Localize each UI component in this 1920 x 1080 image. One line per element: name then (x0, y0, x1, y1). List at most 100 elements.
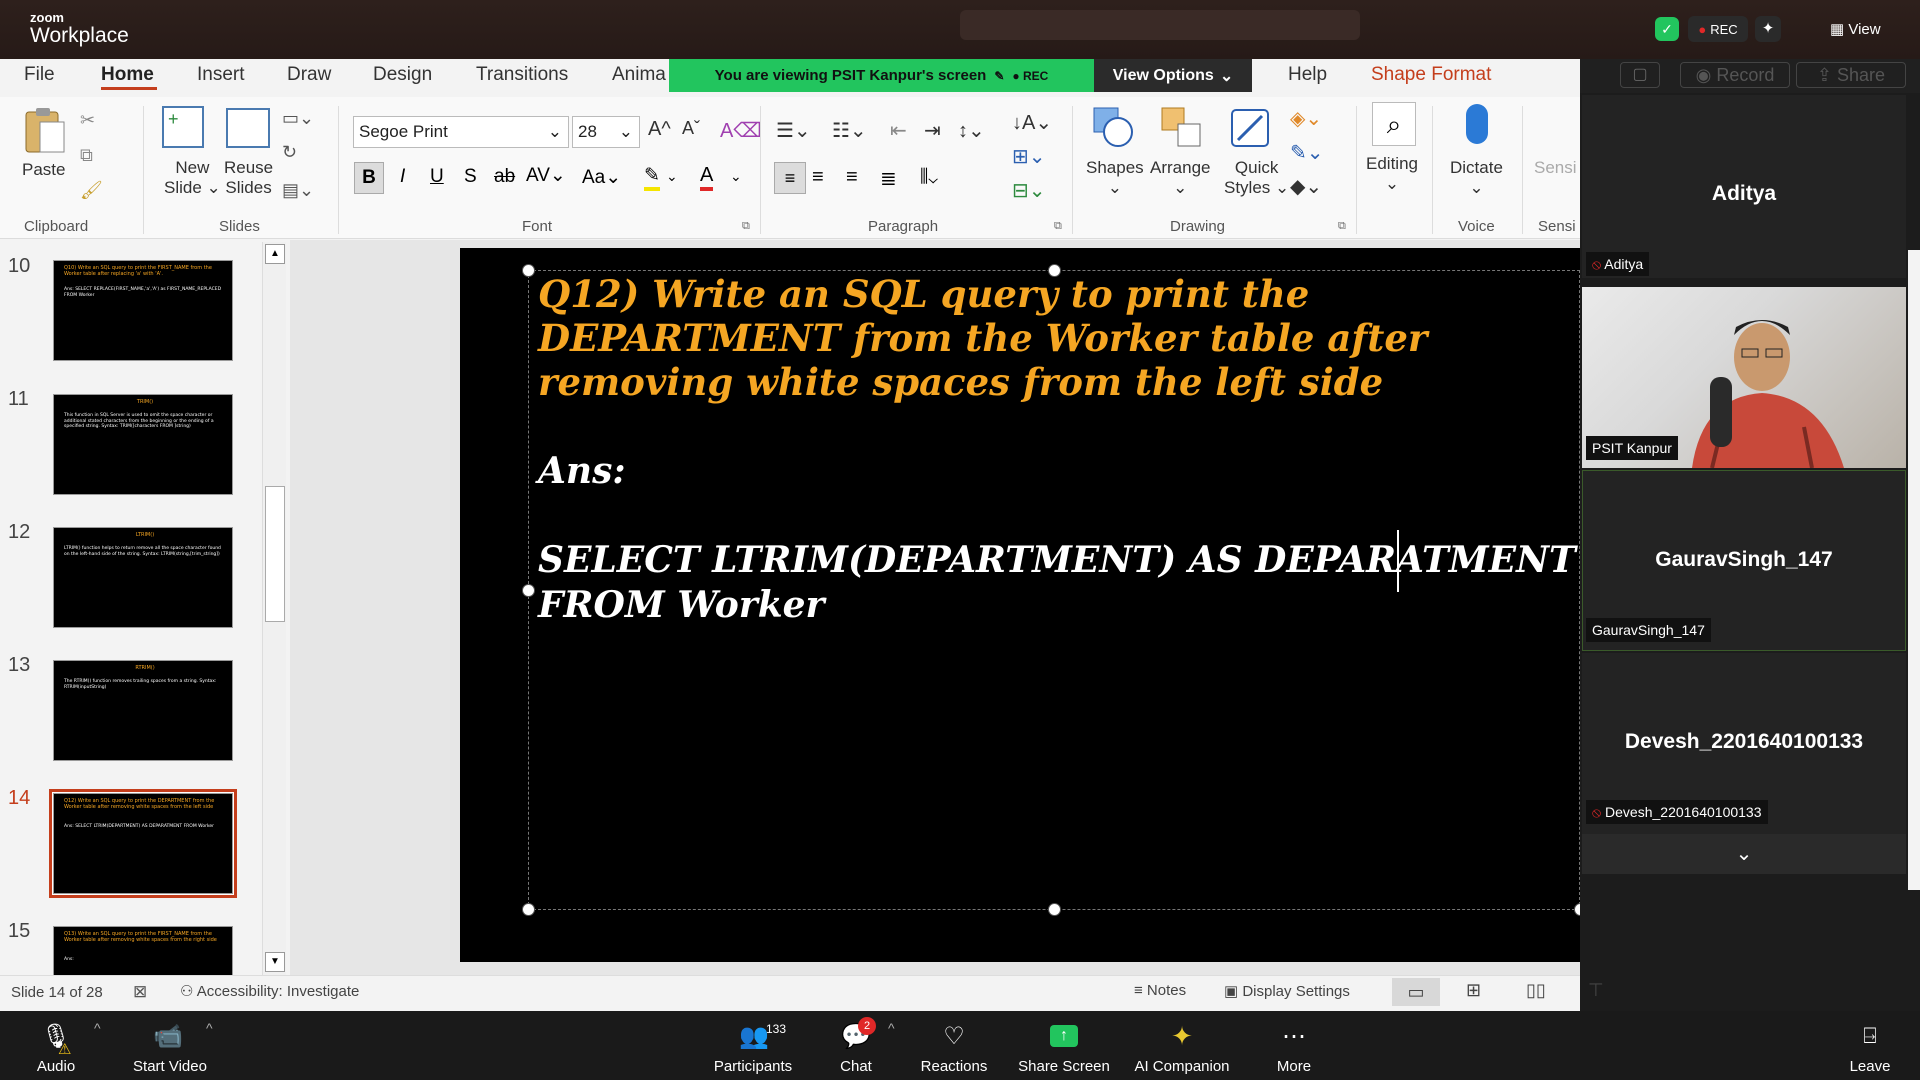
change-case-button[interactable]: Aa⌄ (582, 166, 621, 189)
font-color-icon[interactable]: A (700, 164, 714, 191)
format-painter-icon[interactable]: 🖌 (80, 180, 103, 201)
highlight-icon[interactable]: ✎ (644, 164, 660, 191)
tab-animations[interactable]: Anima (612, 64, 666, 86)
shadow-button[interactable]: S (464, 166, 477, 188)
scroll-thumb[interactable] (265, 486, 285, 622)
slide-title[interactable]: Q12) Write an SQL query to print the DEP… (538, 272, 1578, 404)
scroll-down-icon[interactable]: ▼ (265, 952, 285, 972)
resize-handle[interactable] (1048, 264, 1061, 277)
line-spacing-icon[interactable]: ↕⌄ (958, 118, 985, 143)
increase-indent-icon[interactable]: ⇥ (924, 118, 941, 143)
tab-home[interactable]: Home (101, 64, 154, 86)
display-settings-button[interactable]: ▣ Display Settings (1224, 982, 1350, 1000)
align-right-icon[interactable]: ≡ (846, 166, 858, 189)
shapes-button[interactable]: Shapes ⌄ (1086, 158, 1144, 199)
scroll-more-chevron-icon[interactable]: ⌄ (1582, 834, 1906, 874)
chat-bubble-icon[interactable]: ▢ (1620, 62, 1660, 88)
chevron-up-icon[interactable]: ^ (94, 1020, 101, 1036)
layout-icon[interactable]: ▭⌄ (282, 108, 314, 129)
video-off-icon[interactable]: 📹 (148, 1020, 188, 1052)
numbering-icon[interactable]: ☷⌄ (832, 118, 867, 143)
tab-help[interactable]: Help (1288, 64, 1327, 86)
leave-button[interactable]: Leave (1846, 1058, 1894, 1075)
chevron-down-icon[interactable]: ⌄ (730, 168, 742, 185)
text-direction-icon[interactable]: ↓A⌄ (1012, 110, 1052, 135)
paste-icon[interactable] (22, 106, 66, 156)
shape-fill-icon[interactable]: ◈⌄ (1290, 106, 1322, 131)
resize-handle[interactable] (1048, 903, 1061, 916)
rec-indicator[interactable]: ● REC (1688, 16, 1748, 42)
new-slide-icon[interactable]: + (162, 106, 204, 148)
char-spacing-button[interactable]: AV⌄ (526, 164, 566, 187)
arrange-icon[interactable] (1160, 106, 1204, 150)
resize-handle[interactable] (522, 264, 535, 277)
slide-sorter-icon[interactable]: ⊞ (1466, 980, 1481, 1001)
chevron-up-icon[interactable]: ^ (206, 1020, 213, 1036)
increase-font-icon[interactable]: A^ (648, 118, 671, 141)
view-options-button[interactable]: View Options ⌄ (1094, 59, 1252, 92)
strikethrough-button[interactable]: ab (494, 166, 515, 188)
slide-thumbnail[interactable]: LTRIM() LTRIM() function helps to return … (53, 527, 233, 628)
more-icon[interactable]: ⋯ (1274, 1020, 1314, 1052)
font-family-select[interactable]: Segoe Print ⌄ (353, 116, 569, 148)
sparkle-icon[interactable]: ✦ (1755, 16, 1781, 42)
dialog-launcher-icon[interactable]: ⧉ (742, 220, 750, 233)
share-screen-icon[interactable]: ↑ (1044, 1020, 1084, 1052)
editing-button[interactable]: Editing ⌄ (1366, 154, 1418, 195)
security-shield-icon[interactable]: ✓ (1655, 17, 1679, 41)
search-field[interactable] (960, 10, 1360, 40)
thumbnail-scrollbar[interactable]: ▲ ▼ (262, 242, 286, 976)
record-button[interactable]: ◉ Record (1680, 62, 1790, 88)
share-screen-button[interactable]: Share Screen (1014, 1058, 1114, 1075)
slide-query[interactable]: SELECT LTRIM(DEPARTMENT) AS DEPARATMENT F… (538, 538, 1578, 628)
decrease-font-icon[interactable]: Aˇ (682, 118, 700, 139)
align-center-icon[interactable]: ≡ (812, 166, 824, 189)
chevron-up-icon[interactable]: ^ (888, 1020, 895, 1036)
dialog-launcher-icon[interactable]: ⧉ (1054, 220, 1062, 233)
normal-view-icon[interactable]: ▭ (1392, 978, 1440, 1006)
start-video-button[interactable]: Start Video (122, 1058, 218, 1075)
columns-icon[interactable]: ⫼⌄ (920, 166, 938, 187)
view-button[interactable]: ▦ View (1830, 20, 1881, 38)
slide-thumbnail-active[interactable]: Q12) Write an SQL query to print the DEP… (53, 793, 233, 894)
more-button[interactable]: More (1268, 1058, 1320, 1075)
spell-check-icon[interactable]: ⊠ (133, 982, 147, 1002)
tab-insert[interactable]: Insert (197, 64, 245, 86)
quick-styles-icon[interactable] (1228, 106, 1272, 150)
accessibility-button[interactable]: ⚇ Accessibility: Investigate (180, 982, 359, 1000)
resize-handle[interactable] (522, 903, 535, 916)
audio-button[interactable]: Audio (28, 1058, 84, 1075)
tab-transitions[interactable]: Transitions (476, 64, 568, 86)
ai-companion-button[interactable]: AI Companion (1130, 1058, 1234, 1075)
reuse-slides-button[interactable]: Reuse Slides (224, 158, 273, 199)
reading-view-icon[interactable]: ▯▯ (1526, 980, 1546, 1001)
quick-styles-button[interactable]: Quick Styles ⌄ (1224, 158, 1289, 199)
shape-effects-icon[interactable]: ◆⌄ (1290, 174, 1322, 199)
justify-icon[interactable]: ≣ (880, 166, 897, 191)
slide-thumbnail[interactable]: Q10) Write an SQL query to print the FIR… (53, 260, 233, 361)
shapes-icon[interactable] (1092, 106, 1136, 150)
underline-button[interactable]: U (430, 166, 444, 188)
bold-button[interactable]: B (354, 162, 384, 194)
reset-icon[interactable]: ↻ (282, 142, 297, 163)
slideshow-icon[interactable]: ⊤ (1588, 980, 1604, 1001)
bullets-icon[interactable]: ☰⌄ (776, 118, 811, 143)
reuse-slides-icon[interactable] (226, 108, 270, 148)
slide-ans[interactable]: Ans: (538, 450, 626, 492)
reactions-heart-icon[interactable]: ♡ (934, 1020, 974, 1052)
tab-file[interactable]: File (24, 64, 55, 86)
notes-button[interactable]: ≡ Notes (1134, 982, 1186, 999)
slide-thumbnail[interactable]: RTRIM() The RTRIM() function removes trai… (53, 660, 233, 761)
sensitivity-button[interactable]: Sensi (1534, 158, 1577, 178)
resize-handle[interactable] (522, 584, 535, 597)
copy-icon[interactable]: ⧉ (80, 145, 93, 166)
slide-thumbnail[interactable]: Q13) Write an SQL query to print the FIR… (53, 926, 233, 976)
align-left-button[interactable]: ≡ (774, 162, 806, 194)
search-icon[interactable]: ⌕ (1372, 102, 1416, 146)
paste-button[interactable]: Paste (22, 160, 65, 180)
share-button[interactable]: ⇪ Share (1796, 62, 1906, 88)
shape-outline-icon[interactable]: ✎⌄ (1290, 140, 1324, 165)
reactions-button[interactable]: Reactions (914, 1058, 994, 1075)
dictate-button[interactable]: Dictate ⌄ (1450, 158, 1503, 199)
smartart-icon[interactable]: ⊟⌄ (1012, 178, 1046, 203)
